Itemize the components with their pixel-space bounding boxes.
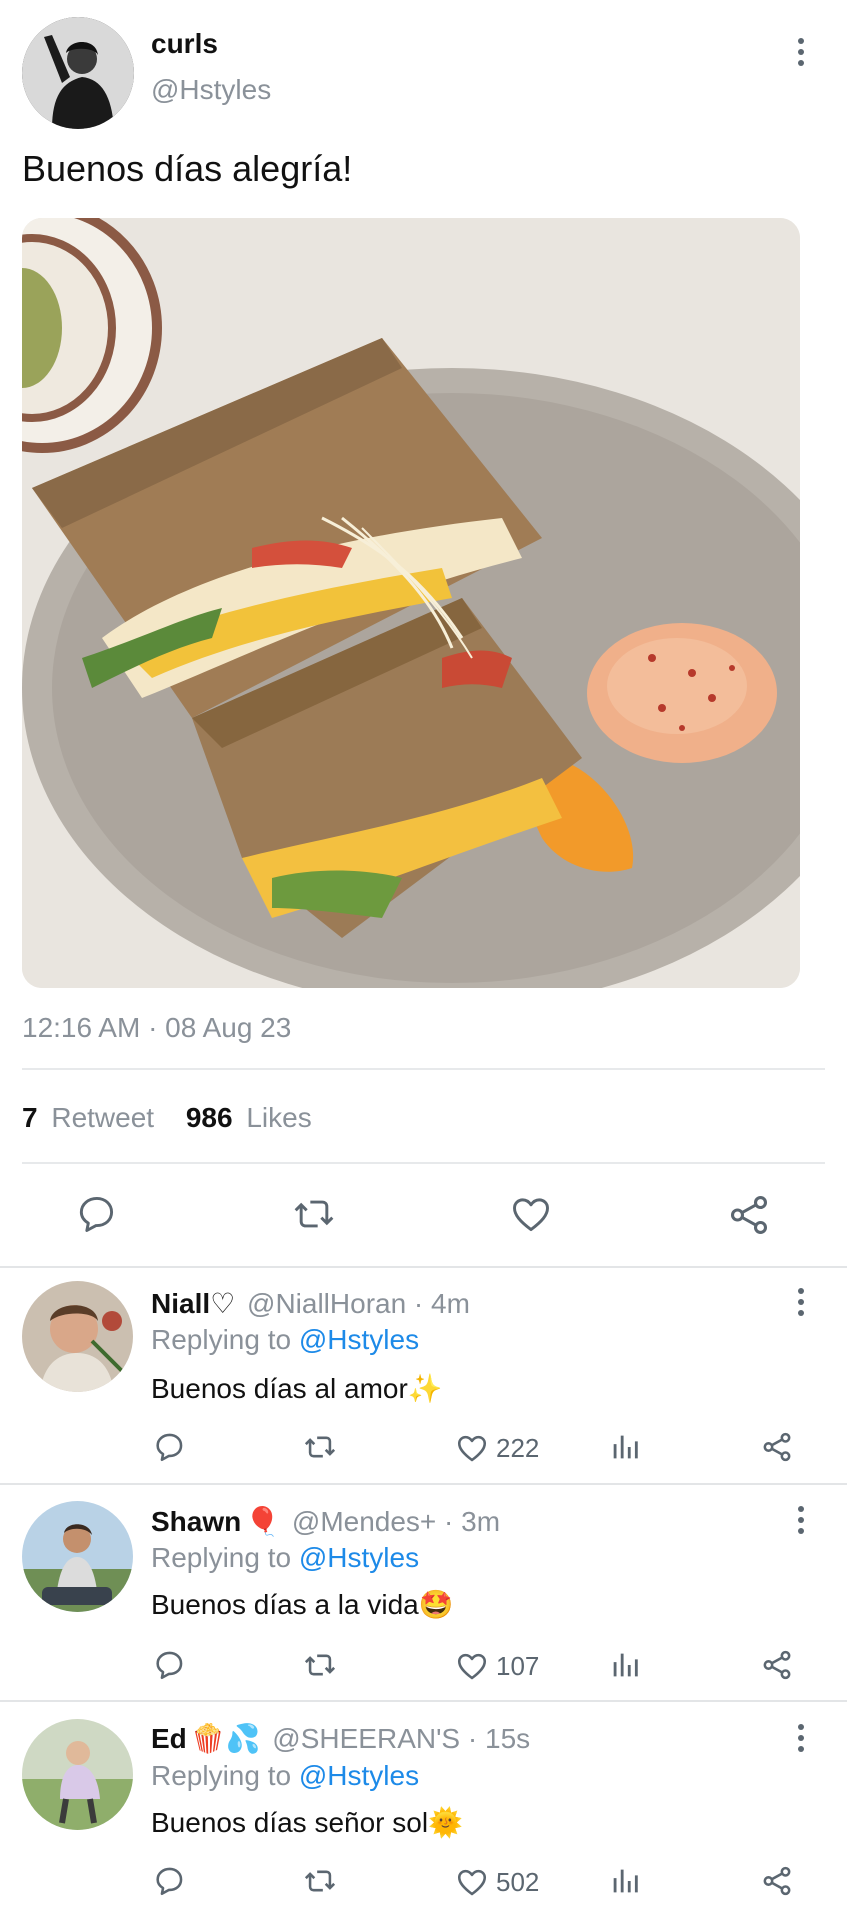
more-options-icon[interactable]: [786, 32, 816, 72]
more-options-icon[interactable]: [786, 1718, 816, 1758]
retweet-icon[interactable]: [302, 1430, 338, 1464]
reply-icon[interactable]: [152, 1864, 186, 1898]
balloon-emoji: 🎈: [245, 1506, 281, 1537]
reply-text: Buenos días a la vida🤩: [151, 1588, 454, 1621]
replying-to: Replying to @Hstyles: [151, 1542, 419, 1574]
tweet-timestamp[interactable]: 12:16 AM · 08 Aug 23: [22, 1012, 291, 1044]
reply-header: Niall♡ @NiallHoran · 4m: [151, 1287, 470, 1320]
like-count: 222: [496, 1432, 540, 1463]
author-display-name[interactable]: curls: [151, 28, 218, 60]
like-icon[interactable]: [508, 1192, 554, 1236]
like-count: 107: [496, 1650, 540, 1681]
tweet-stats: 7 Retweet 986 Likes: [22, 1102, 312, 1134]
replying-to-label: Replying to: [151, 1760, 292, 1791]
like-control[interactable]: 107: [454, 1648, 539, 1684]
tweet-image[interactable]: [22, 218, 800, 988]
replying-to-handle[interactable]: @Hstyles: [299, 1760, 419, 1791]
share-icon[interactable]: [726, 1192, 772, 1238]
analytics-icon[interactable]: [608, 1430, 642, 1464]
retweet-icon[interactable]: [302, 1864, 338, 1898]
like-control[interactable]: 502: [454, 1864, 539, 1900]
like-icon: [454, 1431, 490, 1465]
more-options-icon[interactable]: [786, 1500, 816, 1540]
reply-avatar[interactable]: [22, 1281, 133, 1392]
reply-text-body: Buenos días a la vida: [151, 1589, 419, 1620]
section-divider: [0, 1700, 847, 1702]
retweets-label: Retweet: [51, 1102, 155, 1133]
share-icon[interactable]: [760, 1864, 794, 1898]
replying-to-handle[interactable]: @Hstyles: [299, 1542, 419, 1573]
replying-to-label: Replying to: [151, 1542, 292, 1573]
replying-to-handle[interactable]: @Hstyles: [299, 1324, 419, 1355]
reply-header: Shawn 🎈 @Mendes+ · 3m: [151, 1505, 500, 1538]
sun-face-emoji: 🌞: [428, 1807, 463, 1838]
reply-text-body: Buenos días señor sol: [151, 1807, 429, 1838]
sparkles-emoji: ✨: [407, 1373, 443, 1404]
like-icon: [454, 1865, 490, 1899]
retweet-icon[interactable]: [302, 1648, 338, 1682]
reply-display-name[interactable]: Niall♡: [151, 1288, 235, 1319]
star-eyes-emoji: 🤩: [418, 1589, 454, 1620]
replying-to: Replying to @Hstyles: [151, 1324, 419, 1356]
likes-count: 986: [185, 1102, 233, 1133]
author-avatar[interactable]: [22, 17, 134, 129]
like-icon: [454, 1649, 490, 1683]
author-handle[interactable]: @Hstyles: [151, 74, 271, 106]
reply-handle-time[interactable]: @NiallHoran · 4m: [247, 1288, 470, 1319]
divider: [22, 1162, 825, 1164]
share-icon[interactable]: [760, 1430, 794, 1464]
likes-label: Likes: [246, 1102, 312, 1133]
divider: [22, 1068, 825, 1070]
reply-handle-time[interactable]: @Mendes+ · 3m: [292, 1506, 500, 1537]
section-divider: [0, 1483, 847, 1485]
more-options-icon[interactable]: [786, 1282, 816, 1322]
reply-display-name[interactable]: Shawn: [151, 1506, 241, 1537]
likes-stat[interactable]: 986 Likes: [186, 1102, 312, 1133]
reply-icon[interactable]: [74, 1192, 118, 1236]
reply-display-name[interactable]: Ed: [151, 1723, 187, 1754]
analytics-icon[interactable]: [608, 1864, 642, 1898]
retweets-stat[interactable]: 7 Retweet: [22, 1102, 162, 1133]
reply-text-body: Buenos días al amor: [151, 1373, 408, 1404]
replying-to-label: Replying to: [151, 1324, 292, 1355]
share-icon[interactable]: [760, 1648, 794, 1682]
reply-icon[interactable]: [152, 1648, 186, 1682]
replying-to: Replying to @Hstyles: [151, 1760, 419, 1792]
reply-avatar[interactable]: [22, 1501, 133, 1612]
tweet-text: Buenos días alegría!: [22, 148, 353, 189]
like-control[interactable]: 222: [454, 1430, 539, 1466]
reply-text: Buenos días señor sol🌞: [151, 1806, 463, 1839]
reply-avatar[interactable]: [22, 1719, 133, 1830]
reply-header: Ed 🍿💦 @SHEERAN'S · 15s: [151, 1722, 530, 1755]
reply-text: Buenos días al amor✨: [151, 1372, 443, 1405]
like-count: 502: [496, 1866, 540, 1897]
analytics-icon[interactable]: [608, 1648, 642, 1682]
reply-icon[interactable]: [152, 1430, 186, 1464]
reply-handle-time[interactable]: @SHEERAN'S · 15s: [272, 1723, 530, 1754]
retweets-count: 7: [22, 1102, 38, 1133]
section-divider: [0, 1266, 847, 1268]
retweet-icon[interactable]: [290, 1192, 338, 1236]
popcorn-droplets-emoji: 🍿💦: [190, 1723, 261, 1754]
